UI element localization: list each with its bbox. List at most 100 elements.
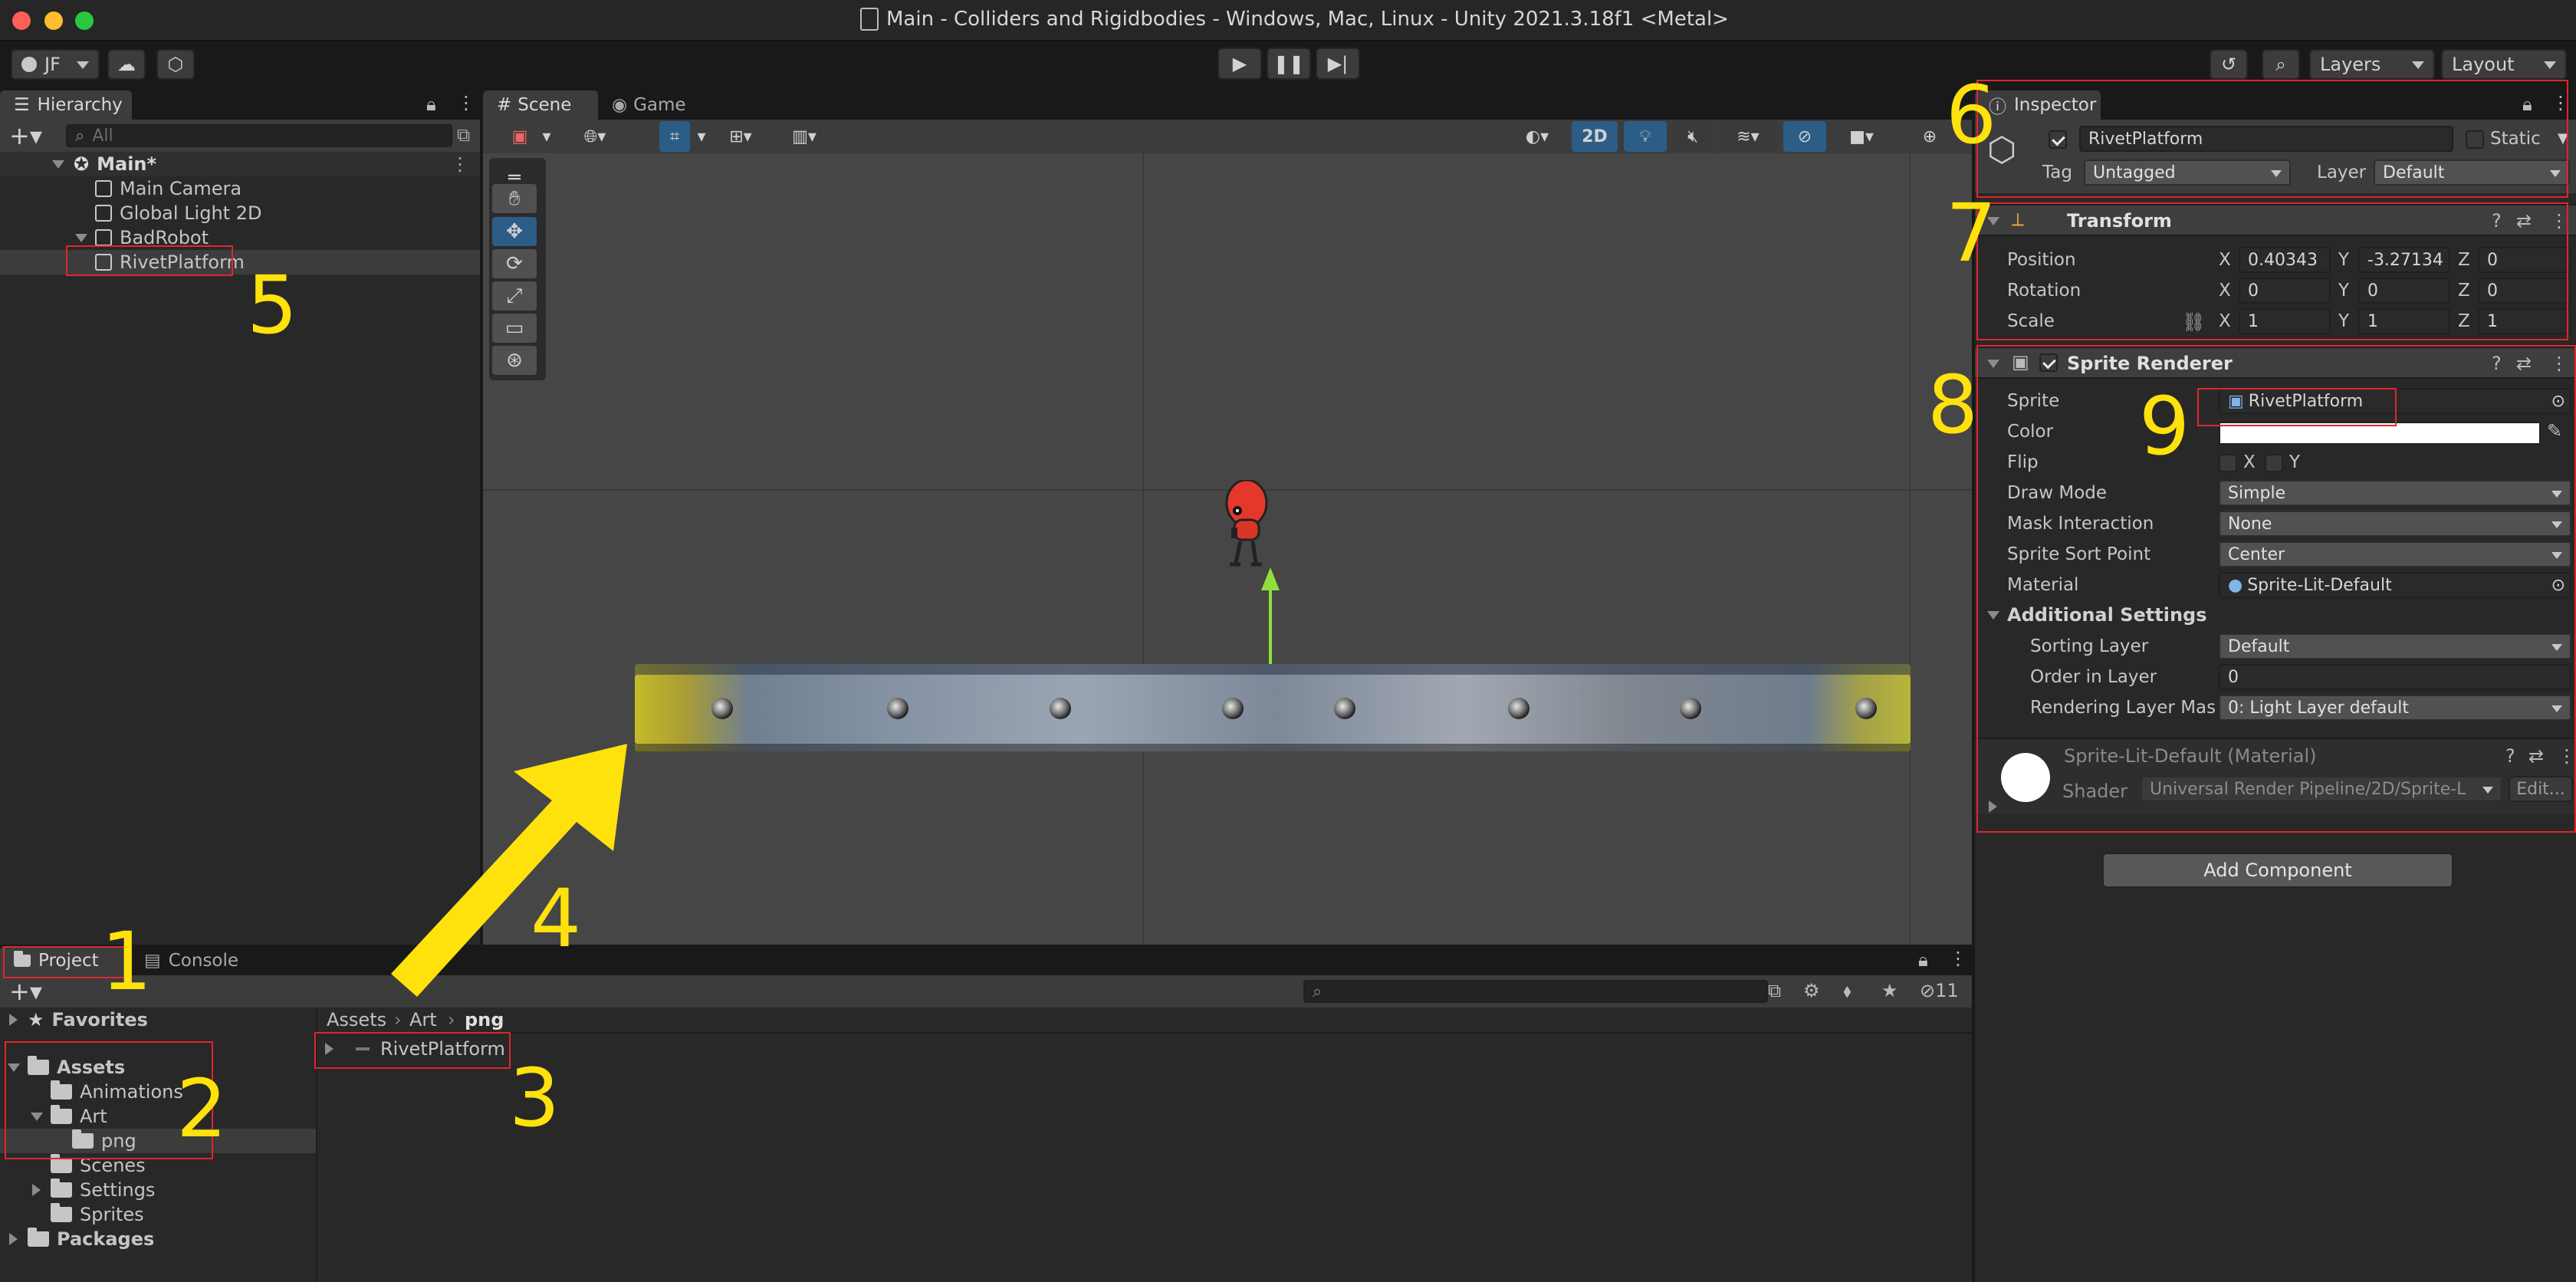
camera-settings-icon[interactable]: ■▾ — [1832, 121, 1891, 152]
scene-name: Main* — [97, 153, 157, 175]
expand-arrow-icon[interactable] — [9, 1014, 18, 1026]
play-button[interactable]: ▶ — [1217, 48, 1262, 80]
eye-slash-icon: ⊘ — [1920, 980, 1936, 1001]
snap-grid-icon[interactable]: ⌗ — [659, 121, 690, 152]
expand-arrow-icon[interactable] — [32, 1184, 41, 1196]
grid-line — [1909, 153, 1911, 945]
annotation-number-1: 1 — [101, 915, 153, 1008]
hidden-objects-icon[interactable]: ⊘ — [1783, 121, 1826, 152]
title-bar: Main - Colliders and Rigidbodies - Windo… — [0, 0, 2576, 41]
favorites-label: Favorites — [51, 1009, 148, 1031]
hand-tool-icon[interactable]: ✋︎ — [492, 184, 537, 213]
search-options-icon[interactable]: ⧉ — [457, 124, 470, 146]
folder-icon — [51, 1154, 72, 1173]
search-by-type-icon[interactable]: ⧉ — [1768, 980, 1781, 1001]
document-icon — [860, 8, 879, 31]
search-button[interactable]: ⌕ — [2262, 49, 2300, 80]
breadcrumb-assets[interactable]: Assets — [327, 1009, 386, 1031]
palette-handle-icon[interactable]: ═ — [492, 166, 537, 189]
close-window-button[interactable] — [12, 12, 31, 30]
chevron-right-icon: › — [448, 1009, 455, 1031]
favorites-row[interactable]: ★ Favorites — [0, 1008, 316, 1032]
rivet-icon — [1050, 698, 1071, 719]
expand-arrow-icon[interactable] — [9, 1233, 18, 1245]
folder-label: Settings — [80, 1179, 156, 1201]
maximize-window-button[interactable] — [75, 12, 94, 30]
hidden-packages-toggle[interactable]: ⊘11 — [1920, 980, 1959, 1001]
tab-game-label: Game — [633, 95, 686, 115]
scene-row[interactable]: ✪ Main* ⋮ — [0, 152, 480, 176]
grid-snapping-icon[interactable]: ⊞▾ — [718, 121, 764, 152]
project-search-input[interactable]: ⌕ — [1303, 980, 1768, 1003]
hidden-count: 11 — [1935, 980, 1959, 1001]
gizmos-icon[interactable]: ⊕ — [1912, 121, 1947, 152]
rivet-icon — [1334, 698, 1355, 719]
highlight-asset — [314, 1032, 511, 1069]
bad-robot-sprite[interactable] — [1219, 480, 1273, 572]
mode-2d-toggle[interactable]: 2D — [1572, 121, 1618, 152]
breadcrumb-art[interactable]: Art — [409, 1009, 437, 1031]
layers-dropdown[interactable]: Layers — [2309, 49, 2435, 80]
tab-scene-label: Scene — [518, 95, 572, 115]
lighting-toggle-icon[interactable]: 💡︎ — [1624, 121, 1667, 152]
create-button[interactable]: +▾ — [9, 121, 42, 150]
transform-tool-icon[interactable]: ⊛ — [492, 346, 537, 375]
project-panel: Project ▤ Console 🔒︎ ⋮ +▾ ⌕ ⧉ ⚙︎ ⬧ ★ ⊘11 … — [0, 945, 1972, 1282]
folder-icon — [51, 1203, 72, 1222]
create-asset-button[interactable]: +▾ — [9, 977, 42, 1006]
label-filter-icon[interactable]: ⬧ — [1843, 980, 1852, 1001]
filter-type-icon[interactable]: ⚙︎ — [1803, 980, 1820, 1001]
effects-toggle-icon[interactable]: ≋▾ — [1719, 121, 1777, 152]
breadcrumb: Assets › Art › png — [319, 1008, 1972, 1034]
favorite-star-icon[interactable]: ★ — [1881, 980, 1898, 1001]
layout-dropdown[interactable]: Layout — [2441, 49, 2567, 80]
scene-menu-icon[interactable]: ⋮ — [451, 153, 469, 175]
scale-tool-icon[interactable]: ⤢ — [492, 281, 537, 311]
folder-row[interactable]: Settings — [0, 1178, 316, 1202]
rotate-tool-icon[interactable]: ⟳ — [492, 249, 537, 278]
tab-hierarchy[interactable]: ☰ Hierarchy — [0, 90, 132, 120]
minimize-window-button[interactable] — [44, 12, 63, 30]
undo-history-button[interactable]: ↺ — [2210, 49, 2248, 80]
cloud-button[interactable]: ☁ — [107, 49, 146, 80]
more-menu-icon[interactable]: ⋮ — [1949, 948, 1967, 969]
unity-scene-icon: ✪ — [74, 153, 90, 175]
folder-label: Sprites — [80, 1204, 144, 1225]
lock-icon[interactable]: 🔒︎ — [1918, 949, 1928, 971]
hierarchy-item[interactable]: Global Light 2D — [0, 201, 480, 225]
gameobject-icon — [95, 180, 112, 197]
expand-arrow-icon[interactable] — [75, 233, 87, 242]
folder-row[interactable]: Sprites — [0, 1202, 316, 1227]
rivet-platform-sprite[interactable] — [635, 664, 1911, 751]
breadcrumb-png[interactable]: png — [465, 1009, 504, 1031]
collab-button[interactable]: ⬡ — [156, 49, 195, 80]
search-icon: ⌕ — [75, 126, 85, 146]
add-component-label: Add Component — [2203, 860, 2352, 881]
packages-row[interactable]: Packages — [0, 1227, 316, 1251]
account-icon — [21, 57, 37, 72]
tab-scene[interactable]: # Scene — [483, 90, 598, 120]
audio-toggle-icon[interactable]: 🔇︎ — [1673, 121, 1713, 152]
add-component-button[interactable]: Add Component — [2102, 853, 2453, 888]
shading-mode-icon[interactable]: ◐▾ — [1510, 121, 1564, 152]
draw-mode-icon[interactable]: ▣ — [506, 121, 534, 152]
layers-label: Layers — [2320, 54, 2381, 75]
increment-snap-icon[interactable]: ▥▾ — [777, 121, 831, 152]
account-dropdown[interactable]: JF — [11, 49, 100, 80]
hierarchy-search-input[interactable]: ⌕ All — [66, 124, 452, 147]
rect-tool-icon[interactable]: ▭ — [492, 314, 537, 343]
global-view-icon[interactable]: 🌐︎▾ — [572, 121, 618, 152]
search-icon: ⌕ — [2275, 54, 2286, 75]
more-menu-icon[interactable]: ⋮ — [457, 92, 475, 113]
hierarchy-item[interactable]: Main Camera — [0, 176, 480, 201]
account-label: JF — [44, 54, 61, 75]
expand-arrow-icon[interactable] — [52, 159, 64, 169]
step-button[interactable]: ▶| — [1316, 48, 1360, 80]
pause-button[interactable]: ❚❚ — [1267, 48, 1311, 80]
y-axis-arrow-icon[interactable] — [1261, 567, 1280, 590]
dropdown-arrow-icon[interactable]: ▾ — [692, 121, 711, 152]
lock-icon[interactable]: 🔒︎ — [426, 94, 436, 115]
tab-game[interactable]: ◉ Game — [598, 90, 705, 120]
move-tool-icon[interactable]: ✥ — [492, 217, 537, 246]
dropdown-arrow-icon[interactable]: ▾ — [537, 121, 557, 152]
